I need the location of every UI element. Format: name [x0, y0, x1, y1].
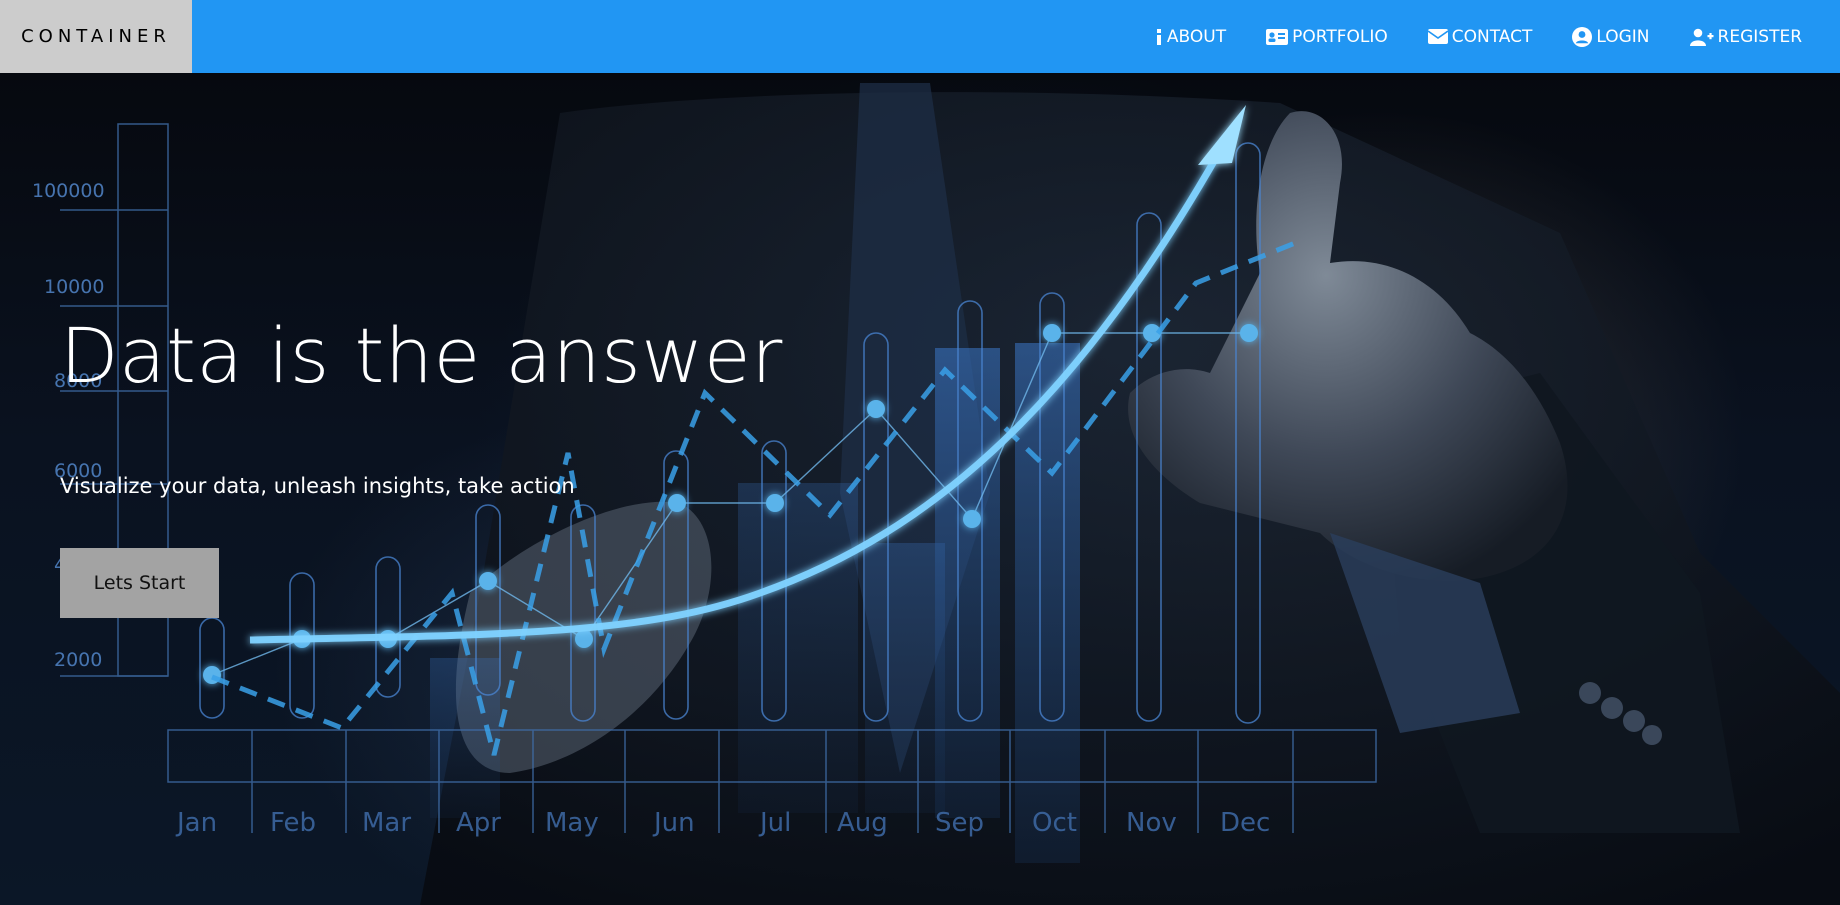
month-label: Feb — [270, 808, 316, 838]
month-label: Jan — [175, 808, 217, 838]
nav-register-label: REGISTER — [1717, 26, 1802, 47]
y-tick-label: 10000 — [44, 276, 104, 298]
user-plus-icon — [1689, 28, 1718, 46]
y-tick-label: 100000 — [32, 180, 105, 202]
nav-portfolio-label: PORTFOLIO — [1292, 26, 1388, 47]
month-label: May — [545, 808, 599, 838]
nav-login[interactable]: LOGIN — [1552, 0, 1669, 73]
month-label: Sep — [935, 808, 984, 838]
nav-about-label: ABOUT — [1166, 26, 1227, 47]
envelope-icon — [1427, 29, 1452, 44]
y-tick-label: 2000 — [54, 649, 102, 671]
user-circle-icon — [1572, 26, 1596, 47]
nav-contact-label: CONTACT — [1451, 26, 1533, 47]
lets-start-button[interactable]: Lets Start — [60, 548, 219, 618]
month-label: Nov — [1126, 808, 1177, 838]
nav-login-label: LOGIN — [1596, 26, 1650, 47]
nav-register[interactable]: REGISTER — [1670, 0, 1822, 73]
nav-portfolio[interactable]: PORTFOLIO — [1246, 0, 1408, 73]
hero-title: Data is the answer — [60, 311, 783, 400]
top-navbar: CONTAINER ABOUT PORTFOLIO CONTACT LOGIN — [0, 0, 1840, 73]
nav-menu: ABOUT PORTFOLIO CONTACT LOGIN REGISTER — [1135, 0, 1840, 73]
month-label: Apr — [456, 808, 501, 838]
month-label: Mar — [362, 808, 411, 838]
month-label: Dec — [1220, 808, 1270, 838]
month-label: Oct — [1032, 808, 1077, 838]
info-icon — [1155, 28, 1167, 46]
id-card-icon — [1266, 28, 1292, 45]
brand-logo[interactable]: CONTAINER — [0, 0, 192, 73]
hero-section: 100000 10000 8000 6000 4000 2000 Jan Feb… — [0, 73, 1840, 905]
nav-contact[interactable]: CONTACT — [1408, 0, 1553, 73]
hero-subtitle: Visualize your data, unleash insights, t… — [60, 474, 575, 498]
nav-about[interactable]: ABOUT — [1135, 0, 1246, 73]
month-label: Aug — [837, 808, 888, 838]
month-label: Jul — [758, 808, 791, 838]
month-label: Jun — [652, 808, 695, 838]
